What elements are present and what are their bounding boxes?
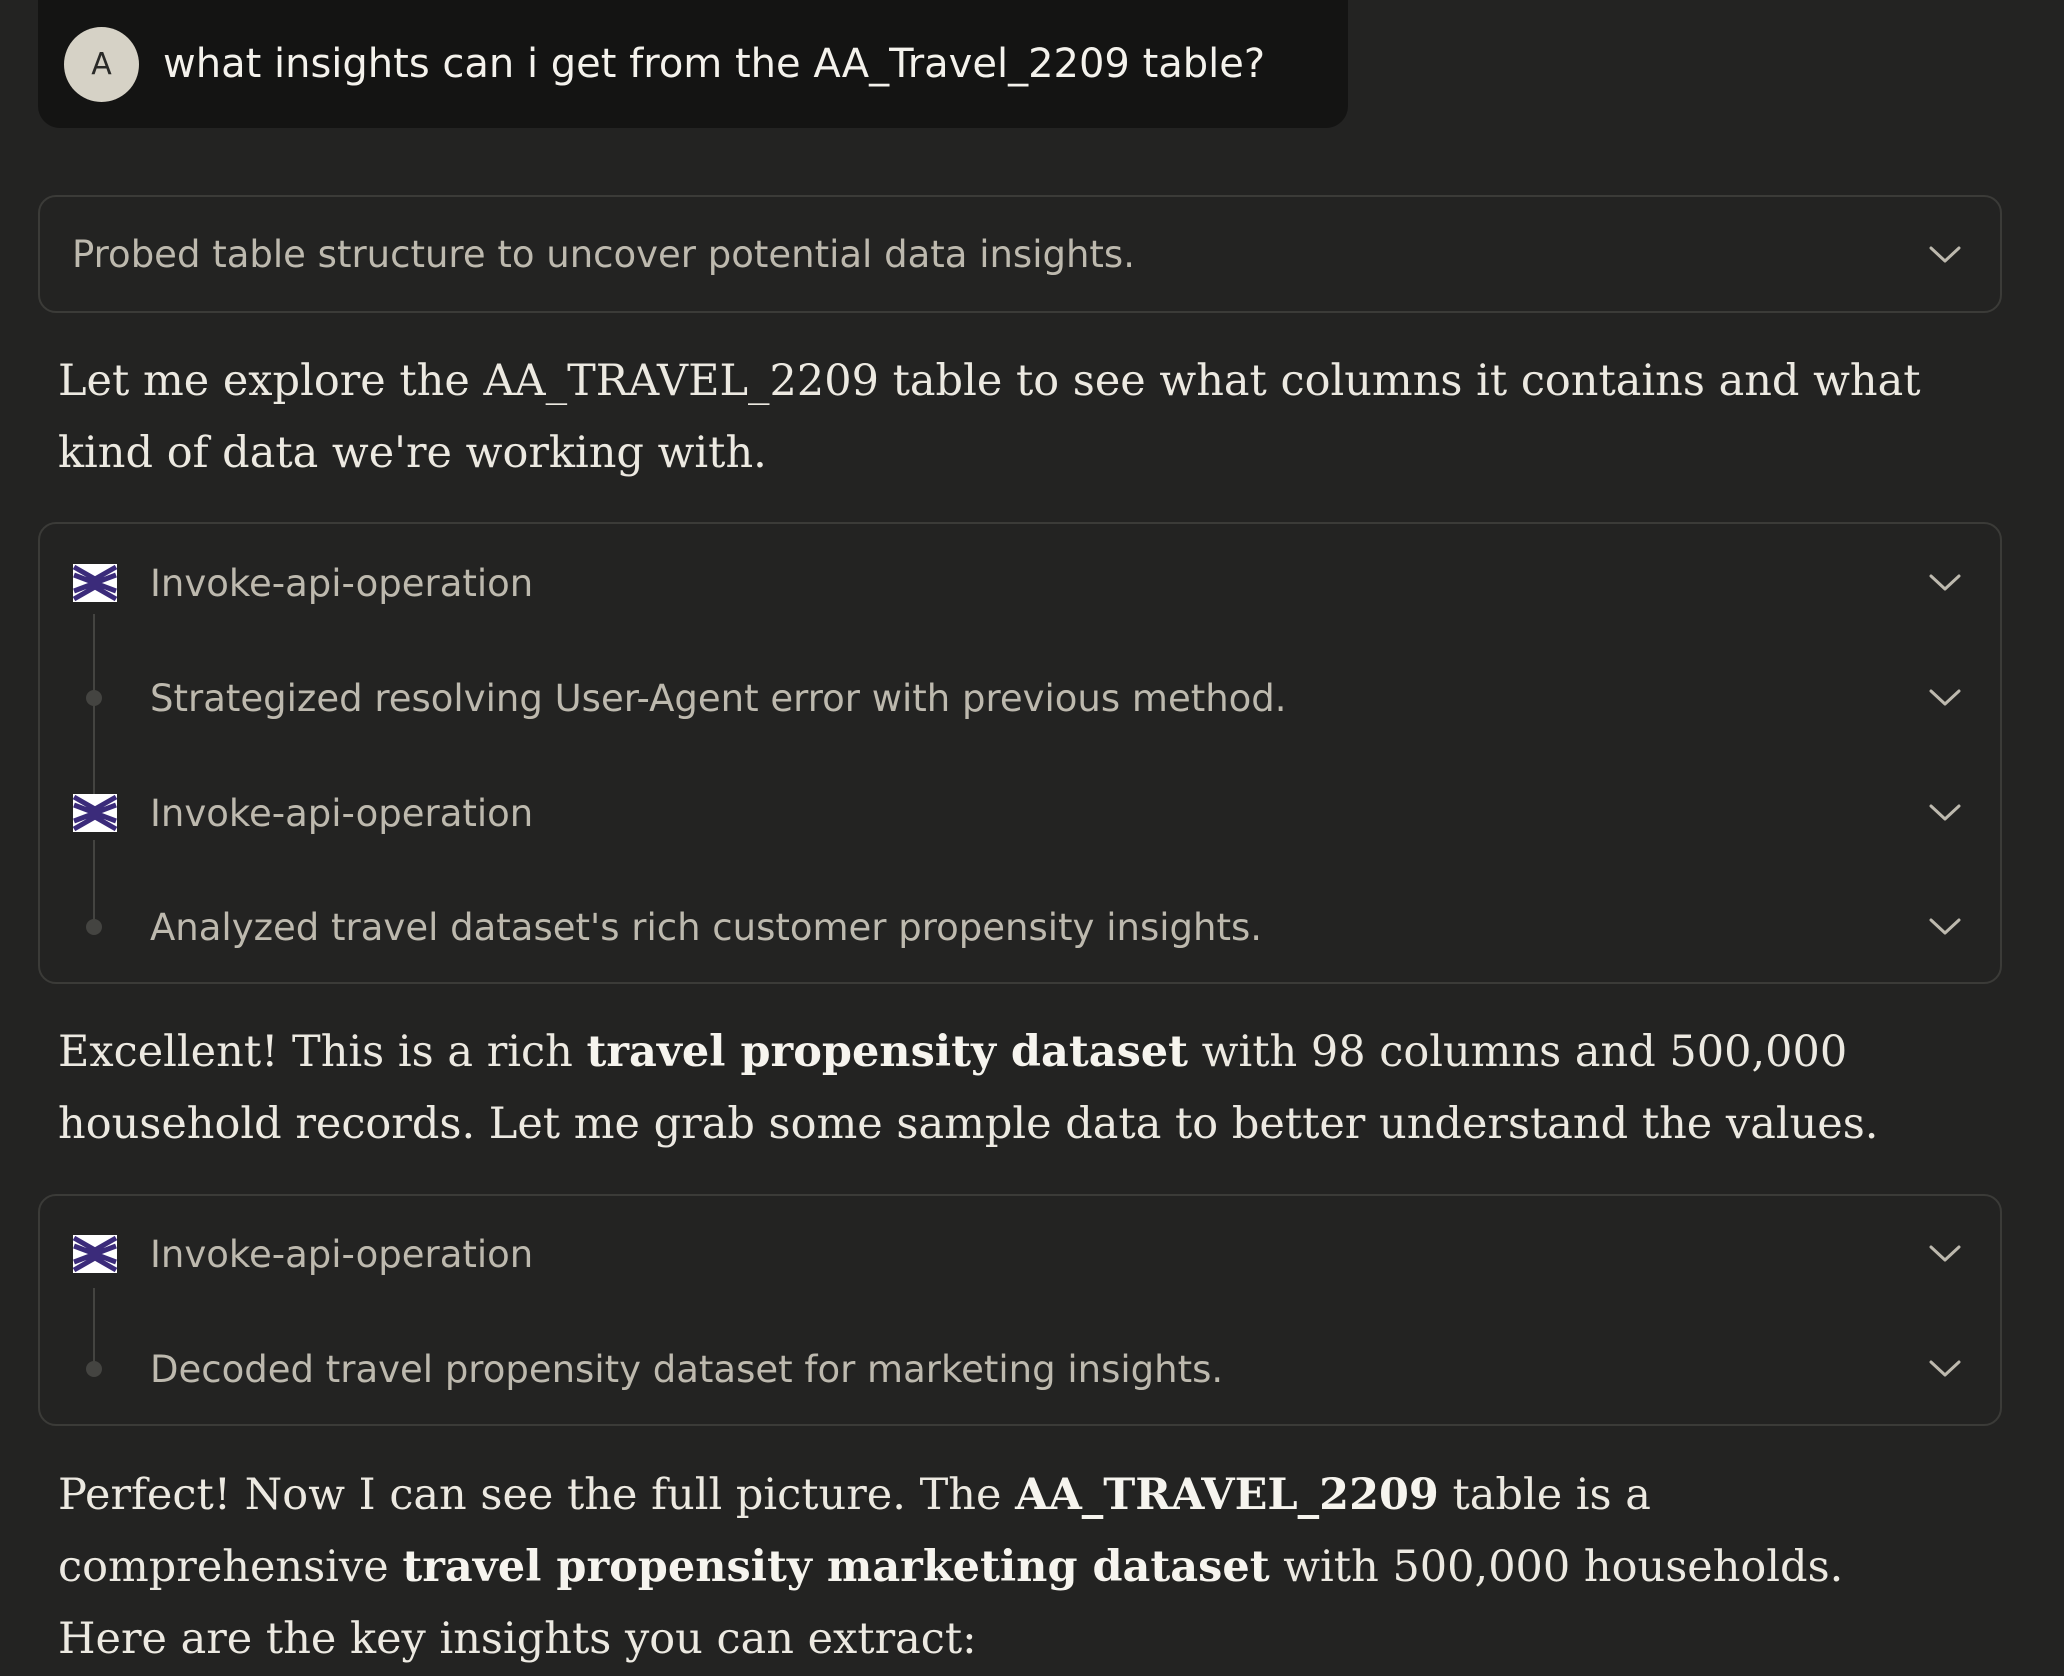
tool-step-row[interactable]: Invoke-api-operation	[40, 783, 2000, 843]
chevron-down-icon[interactable]	[1928, 688, 1962, 708]
text-run: Perfect! Now I can see the full picture.…	[58, 1470, 1016, 1520]
thought-step-label: Strategized resolving User-Agent error w…	[150, 676, 1287, 720]
tool-step-label: Invoke-api-operation	[150, 1232, 534, 1276]
user-message-bubble: A what insights can i get from the AA_Tr…	[38, 0, 1348, 128]
tool-step-row[interactable]: Invoke-api-operation	[40, 553, 2000, 613]
chevron-down-icon[interactable]	[1928, 1244, 1962, 1264]
user-message-text: what insights can i get from the AA_Trav…	[163, 41, 1266, 87]
thought-step-label: Decoded travel propensity dataset for ma…	[150, 1347, 1224, 1391]
thought-step-row[interactable]: Strategized resolving User-Agent error w…	[40, 668, 2000, 728]
chevron-down-icon[interactable]	[1928, 803, 1962, 823]
bold-text-run: travel propensity dataset	[586, 1027, 1189, 1077]
chevron-down-icon[interactable]	[1928, 917, 1962, 937]
bold-text-run: travel propensity marketing dataset	[402, 1542, 1270, 1592]
thought-summary-box[interactable]: Probed table structure to uncover potent…	[38, 195, 2002, 313]
tool-steps-group: Invoke-api-operation Decoded travel prop…	[38, 1194, 2002, 1426]
assistant-paragraph: Let me explore the AA_TRAVEL_2209 table …	[58, 356, 1921, 478]
api-connector-icon	[72, 793, 118, 833]
api-connector-icon	[72, 563, 118, 603]
chevron-down-icon[interactable]	[1928, 573, 1962, 593]
timeline-dot	[86, 919, 102, 935]
chevron-down-icon[interactable]	[1928, 1359, 1962, 1379]
thought-step-row[interactable]: Analyzed travel dataset's rich customer …	[40, 897, 2000, 957]
tool-steps-group: Invoke-api-operation Strategized resolvi…	[38, 522, 2002, 984]
text-run: Excellent! This is a rich	[58, 1027, 587, 1077]
api-connector-icon	[72, 1234, 118, 1274]
assistant-paragraph: Perfect! Now I can see the full picture.…	[58, 1459, 1958, 1675]
chevron-down-icon[interactable]	[1928, 245, 1962, 265]
avatar[interactable]: A	[64, 26, 139, 102]
thought-step-label: Analyzed travel dataset's rich customer …	[150, 905, 1262, 949]
timeline-dot	[86, 690, 102, 706]
bold-text-run: AA_TRAVEL_2209	[1015, 1470, 1439, 1520]
thought-summary-text: Probed table structure to uncover potent…	[72, 232, 1135, 276]
assistant-paragraph: Excellent! This is a rich travel propens…	[58, 1016, 1958, 1160]
thought-step-row[interactable]: Decoded travel propensity dataset for ma…	[40, 1339, 2000, 1399]
tool-step-row[interactable]: Invoke-api-operation	[40, 1224, 2000, 1284]
tool-step-label: Invoke-api-operation	[150, 561, 534, 605]
timeline-dot	[86, 1361, 102, 1377]
tool-step-label: Invoke-api-operation	[150, 791, 534, 835]
